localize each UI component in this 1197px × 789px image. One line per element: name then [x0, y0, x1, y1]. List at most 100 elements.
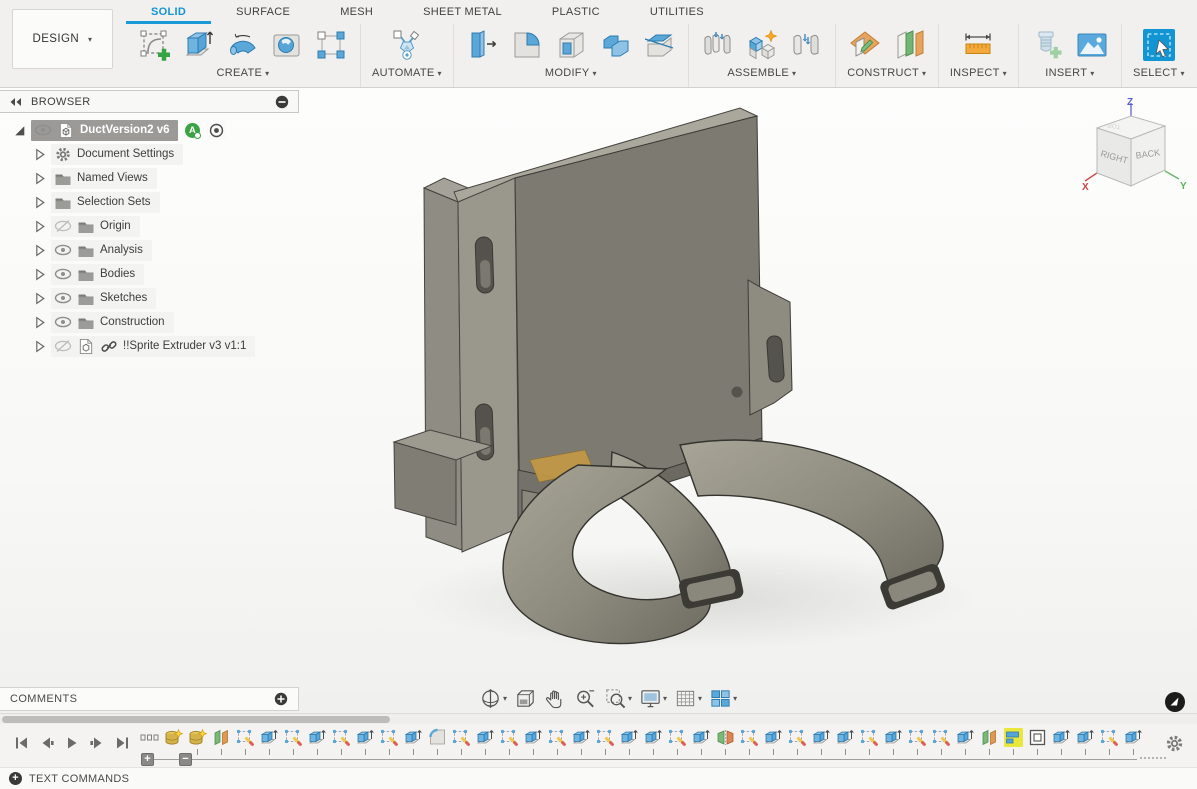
display-settings-icon[interactable]: ▾ — [637, 685, 669, 712]
tree-item-ductversion2-v6[interactable]: DuctVersion2 v6A — [0, 118, 299, 142]
pan-icon[interactable] — [542, 685, 569, 712]
viewports-icon[interactable]: ▾ — [707, 685, 739, 712]
tree-caret-collapsed[interactable] — [32, 219, 47, 234]
step-back-button[interactable] — [39, 735, 55, 751]
timeline-track[interactable] — [147, 759, 1137, 760]
timeline-zoom-in-handle[interactable]: + — [141, 753, 154, 766]
tree-item--sprite-extruder-v3-v1-1[interactable]: !!Sprite Extruder v3 v1:1 — [0, 334, 299, 358]
timeline-feature-align[interactable] — [1004, 728, 1023, 755]
timeline-feature-extrude[interactable] — [884, 728, 903, 755]
visibility-eye-icon[interactable] — [54, 315, 72, 329]
timeline-feature-extrude[interactable] — [956, 728, 975, 755]
timeline-settings-gear-icon[interactable] — [1165, 734, 1184, 753]
timeline-feature-extrude[interactable] — [260, 728, 279, 755]
timeline-feature-sketch[interactable] — [380, 728, 399, 755]
timeline-feature-extrude[interactable] — [764, 728, 783, 755]
sync-status-badge[interactable]: A — [182, 120, 202, 140]
timeline-feature-extrude[interactable] — [524, 728, 543, 755]
timeline-feature-extrude[interactable] — [1076, 728, 1095, 755]
construction-plane-button[interactable] — [847, 27, 883, 63]
timeline-feature-extrude[interactable] — [308, 728, 327, 755]
as-built-joint-button[interactable] — [788, 27, 824, 63]
timeline-scrollbar-thumb[interactable] — [2, 716, 390, 723]
tab-plastic[interactable]: PLASTIC — [527, 1, 625, 24]
tree-caret-collapsed[interactable] — [32, 291, 47, 306]
tree-caret-collapsed[interactable] — [32, 195, 47, 210]
timeline-position-handle[interactable]: − — [179, 753, 192, 766]
press-pull-button[interactable] — [465, 27, 501, 63]
viewport-canvas[interactable]: BROWSER DuctVersion2 v6ADocument Setting… — [0, 88, 1197, 713]
timeline-feature-plane[interactable] — [980, 728, 999, 755]
ribbon-group-label-insert[interactable]: INSERT▾ — [1045, 67, 1094, 79]
window-zoom-icon[interactable]: ▾ — [602, 685, 634, 712]
combine-button[interactable] — [597, 27, 633, 63]
timeline-feature-mirror[interactable] — [716, 728, 735, 755]
measure-button[interactable] — [960, 27, 996, 63]
timeline-feature-extrude[interactable] — [692, 728, 711, 755]
zoom-icon[interactable] — [572, 685, 599, 712]
tree-item-origin[interactable]: Origin — [0, 214, 299, 238]
timeline-feature-sketch[interactable] — [860, 728, 879, 755]
tree-caret-collapsed[interactable] — [32, 171, 47, 186]
visibility-eye-icon[interactable] — [54, 291, 72, 305]
timeline-feature-sketch[interactable] — [740, 728, 759, 755]
tree-item-selection-sets[interactable]: Selection Sets — [0, 190, 299, 214]
tree-caret-collapsed[interactable] — [32, 147, 47, 162]
ribbon-group-label-assemble[interactable]: ASSEMBLE▾ — [727, 67, 796, 79]
timeline-feature-extrude[interactable] — [620, 728, 639, 755]
joint-button[interactable] — [700, 27, 736, 63]
timeline-feature-sketch[interactable] — [236, 728, 255, 755]
create-sketch-button[interactable] — [137, 27, 173, 63]
design-workspace-button[interactable]: DESIGN ▾ — [12, 9, 113, 69]
ribbon-group-label-construct[interactable]: CONSTRUCT▾ — [847, 67, 926, 79]
timeline-feature-plane[interactable] — [212, 728, 231, 755]
timeline-feature-sketch[interactable] — [548, 728, 567, 755]
timeline-feature-derive[interactable] — [188, 728, 207, 755]
shell-button[interactable] — [553, 27, 589, 63]
grid-settings-icon[interactable]: ▾ — [672, 685, 704, 712]
ribbon-group-label-create[interactable]: CREATE▾ — [217, 67, 270, 79]
timeline-feature-sketch[interactable] — [500, 728, 519, 755]
insert-canvas-button[interactable] — [1074, 27, 1110, 63]
timeline-feature-sketch[interactable] — [452, 728, 471, 755]
timeline-feature-sketch[interactable] — [1100, 728, 1119, 755]
visibility-eye-icon[interactable] — [34, 123, 52, 137]
tree-caret-collapsed[interactable] — [32, 315, 47, 330]
dropdown-caret[interactable]: ▾ — [733, 694, 737, 703]
revolve-button[interactable] — [225, 27, 261, 63]
timeline-feature-sketch[interactable] — [668, 728, 687, 755]
tree-caret-collapsed[interactable] — [32, 267, 47, 282]
timeline-feature-extrude[interactable] — [572, 728, 591, 755]
go-to-end-button[interactable] — [114, 735, 130, 751]
timeline-feature-extrude[interactable] — [476, 728, 495, 755]
model-3d-duct[interactable] — [380, 100, 980, 675]
split-body-button[interactable] — [641, 27, 677, 63]
ribbon-group-label-inspect[interactable]: INSPECT▾ — [950, 67, 1007, 79]
timeline-feature-extrude[interactable] — [1052, 728, 1071, 755]
select-window-button[interactable] — [1141, 27, 1177, 63]
tab-mesh[interactable]: MESH — [315, 1, 398, 24]
visibility-eye-icon[interactable] — [54, 243, 72, 257]
tree-item-construction[interactable]: Construction — [0, 310, 299, 334]
tree-item-sketches[interactable]: Sketches — [0, 286, 299, 310]
activate-component-radio[interactable] — [206, 120, 226, 140]
extrude-button[interactable] — [181, 27, 217, 63]
timeline-feature-shell[interactable] — [1028, 728, 1047, 755]
timeline-feature-sketch[interactable] — [596, 728, 615, 755]
tree-item-named-views[interactable]: Named Views — [0, 166, 299, 190]
add-comment-icon[interactable] — [274, 692, 288, 706]
look-at-icon[interactable] — [512, 685, 539, 712]
assistant-button[interactable] — [1164, 691, 1186, 713]
view-cube[interactable]: TOP RIGHT BACK X Y Z — [1077, 96, 1189, 200]
ribbon-group-label-select[interactable]: SELECT▾ — [1133, 67, 1185, 79]
tree-caret-collapsed[interactable] — [32, 243, 47, 258]
tab-utilities[interactable]: UTILITIES — [625, 1, 729, 24]
timeline-feature-extrude[interactable] — [404, 728, 423, 755]
tree-item-analysis[interactable]: Analysis — [0, 238, 299, 262]
timeline-feature-extrude[interactable] — [812, 728, 831, 755]
tab-solid[interactable]: SOLID — [126, 1, 211, 24]
text-commands-toggle-icon[interactable]: + — [9, 772, 22, 785]
hole-button[interactable] — [269, 27, 305, 63]
timeline-feature-sketch[interactable] — [284, 728, 303, 755]
dropdown-caret[interactable]: ▾ — [628, 694, 632, 703]
